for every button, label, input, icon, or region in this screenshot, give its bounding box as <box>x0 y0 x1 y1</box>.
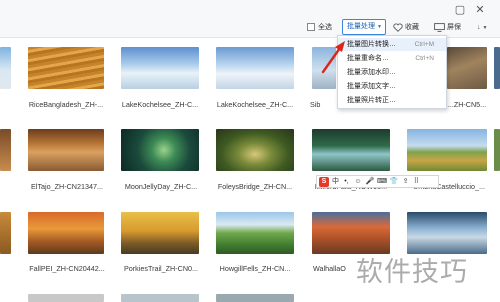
watermark: 软件技巧 <box>338 226 500 302</box>
ime-skin-icon[interactable]: 👕 <box>389 177 399 187</box>
ime-punct-icon[interactable]: •, <box>342 177 351 187</box>
ime-mode-icon[interactable]: 中 <box>331 177 340 187</box>
ime-voice-icon[interactable]: 🎤 <box>365 177 375 187</box>
ime-keyboard-icon[interactable]: ⌨ <box>377 177 387 187</box>
ime-caps-icon[interactable]: ⇪ <box>401 177 410 187</box>
watermark-text: 软件技巧 <box>356 257 468 288</box>
ime-menu-icon[interactable]: ⠿ <box>412 177 421 187</box>
ime-logo-icon: S <box>319 176 329 187</box>
ime-emoji-icon[interactable]: ☺ <box>353 177 363 187</box>
ime-toolbar[interactable]: S 中 •, ☺ 🎤 ⌨ 👕 ⇪ ⠿ <box>316 175 439 188</box>
